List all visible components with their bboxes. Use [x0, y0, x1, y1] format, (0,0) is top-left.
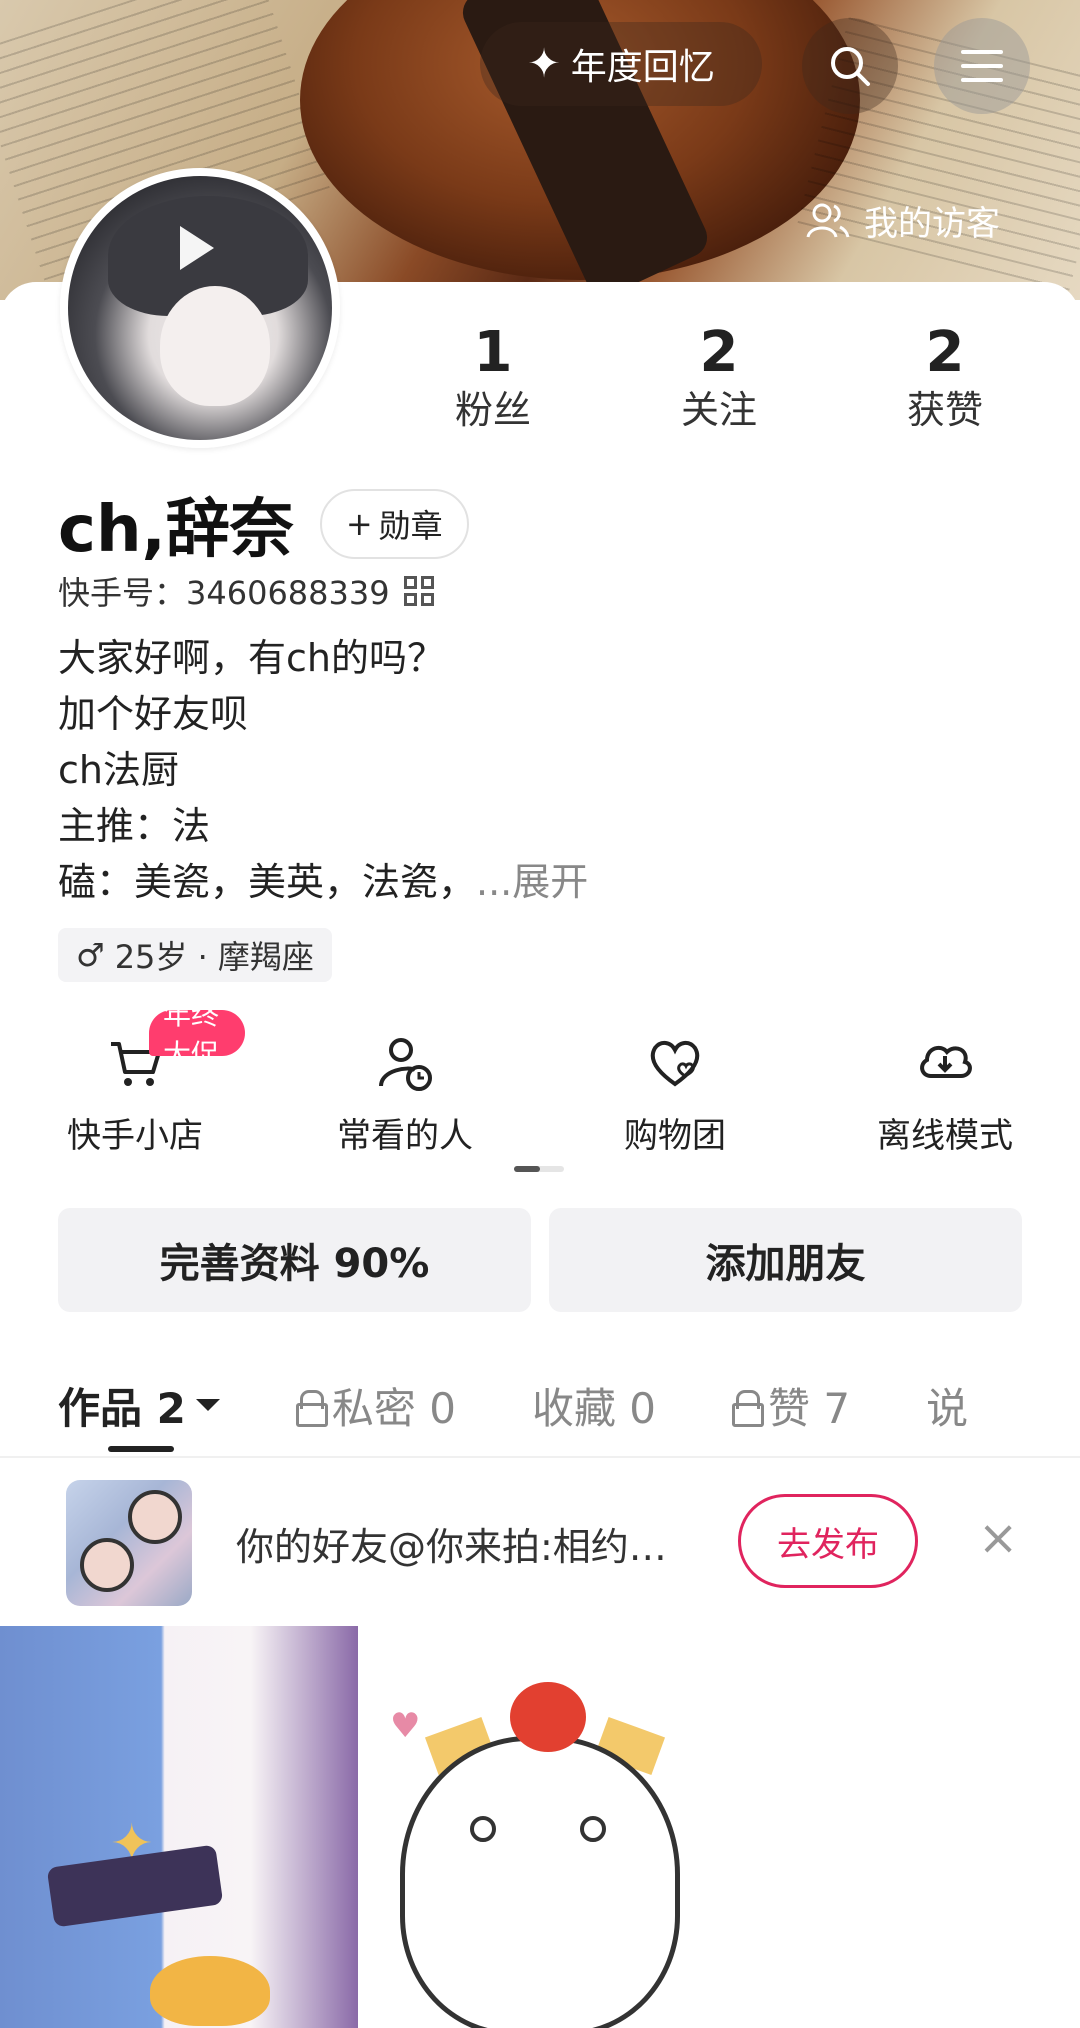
bio-line: 主推：法 — [58, 804, 211, 848]
tab-label: 赞 7 — [768, 1383, 851, 1433]
stat-followers[interactable]: 1 粉丝 — [380, 320, 606, 434]
menu-button[interactable] — [934, 18, 1030, 114]
stat-following[interactable]: 2 关注 — [606, 320, 832, 434]
bio-line: 加个好友呗 — [58, 692, 249, 736]
tab-label: 说 — [926, 1383, 969, 1433]
quick-links-pager — [514, 1166, 564, 1172]
kuaishou-id[interactable]: 快手号：3460688339 — [58, 568, 434, 614]
close-icon[interactable]: × — [978, 1514, 1018, 1562]
plus-icon: + — [345, 505, 373, 543]
heart-decoration: ♥ — [390, 1706, 421, 1746]
my-visitors-label: 我的访客 — [864, 204, 1000, 244]
thumb-face — [128, 1490, 182, 1544]
promo-badge: 年终大促 — [149, 998, 245, 1071]
heart-group-icon — [650, 1041, 700, 1087]
menu-icon — [961, 50, 1003, 82]
stat-value: 1 — [473, 320, 513, 385]
friend-suggestion-banner[interactable]: 你的好友@你来拍:相约… 去发布 × — [0, 1458, 1080, 1626]
tab-label: 收藏 0 — [531, 1383, 657, 1433]
work-thumbnail[interactable]: ♥ — [360, 1626, 718, 2028]
add-medal-button[interactable]: + 勋章 — [319, 489, 469, 559]
caret-down-icon — [195, 1399, 220, 1411]
person-clock-icon — [379, 1038, 432, 1091]
people-icon — [806, 203, 850, 238]
lock-icon — [295, 1390, 328, 1427]
my-visitors-link[interactable]: 我的访客 — [806, 196, 1000, 245]
tab-label: 作品 2 — [58, 1383, 186, 1433]
stat-likes[interactable]: 2 获赞 — [832, 320, 1058, 434]
artwork-eye — [470, 1816, 496, 1842]
content-tabs: 作品 2 私密 0 收藏 0 赞 7 说 — [58, 1360, 1080, 1450]
stat-value: 2 — [699, 320, 739, 385]
search-icon — [831, 47, 870, 86]
lock-icon — [732, 1390, 765, 1427]
stat-value: 2 — [925, 320, 965, 385]
bio-line: 磕：美瓷，美英，法瓷， — [58, 860, 477, 904]
complete-profile-button[interactable]: 完善资料 90% — [58, 1208, 531, 1312]
sparkle-icon: ✦ — [527, 41, 561, 87]
quick-links: 快手小店 年终大促 常看的人 购物团 离线模式 — [0, 998, 1080, 1160]
search-button[interactable] — [802, 18, 898, 114]
quick-link-label: 常看的人 — [337, 1116, 473, 1156]
tab-more[interactable]: 说 — [926, 1375, 968, 1436]
artwork-cat — [400, 1736, 680, 2028]
stats-row: 1 粉丝 2 关注 2 获赞 — [380, 320, 1060, 434]
bio-expand-link[interactable]: ...展开 — [476, 860, 588, 904]
annual-recap-button[interactable]: ✦ 年度回忆 — [480, 22, 762, 106]
avatar[interactable] — [60, 168, 340, 448]
artwork-eye — [580, 1816, 606, 1842]
age-zodiac-text: 25岁 · 摩羯座 — [114, 938, 314, 976]
suggestion-thumbnail — [66, 1480, 192, 1606]
work-thumbnail[interactable]: ✦ — [0, 1626, 358, 2028]
quick-link-label: 离线模式 — [877, 1116, 1013, 1156]
quick-link-label: 购物团 — [624, 1116, 726, 1156]
cloud-download-icon — [920, 1045, 972, 1078]
artwork-apple — [510, 1682, 586, 1752]
works-grid: ✦ ♥ — [0, 1626, 1080, 2028]
quick-link-frequent[interactable]: 常看的人 — [295, 1010, 515, 1160]
quick-link-shopping-group[interactable]: 购物团 — [565, 1010, 785, 1160]
stat-label: 粉丝 — [454, 388, 531, 432]
suggestion-text: 你的好友@你来拍:相约… — [236, 1525, 667, 1569]
annual-recap-label: 年度回忆 — [570, 47, 715, 88]
tab-favorites[interactable]: 收藏 0 — [532, 1375, 656, 1436]
tab-private[interactable]: 私密 0 — [295, 1375, 456, 1436]
artwork-beak — [150, 1956, 270, 2026]
qr-code-icon[interactable] — [403, 576, 434, 606]
avatar-face — [160, 286, 270, 406]
tab-works[interactable]: 作品 2 — [58, 1375, 220, 1436]
profile-name: ch,辞奈 — [58, 493, 294, 567]
tab-likes[interactable]: 赞 7 — [732, 1375, 850, 1436]
bio-line: 大家好啊，有ch的吗？ — [58, 636, 445, 680]
stat-label: 获赞 — [906, 388, 983, 432]
bio-line: ch法厨 — [58, 748, 179, 792]
tab-label: 私密 0 — [331, 1383, 456, 1433]
bio: 大家好啊，有ch的吗？ 加个好友呗 ch法厨 主推：法 磕：美瓷，美英，法瓷，.… — [58, 630, 588, 910]
artwork-hat — [46, 1844, 224, 1928]
quick-link-label: 快手小店 — [67, 1116, 203, 1156]
male-icon: ♂ — [76, 936, 105, 974]
active-tab-indicator — [108, 1446, 174, 1452]
quick-link-offline[interactable]: 离线模式 — [835, 1010, 1055, 1160]
add-friend-button[interactable]: 添加朋友 — [549, 1208, 1022, 1312]
play-icon — [180, 226, 214, 270]
medal-label: 勋章 — [378, 507, 443, 545]
stat-label: 关注 — [680, 388, 757, 432]
thumb-face — [80, 1538, 134, 1592]
action-row: 完善资料 90% 添加朋友 — [58, 1208, 1022, 1312]
quick-link-shop[interactable]: 快手小店 年终大促 — [25, 998, 245, 1160]
bio-line-last: 磕：美瓷，美英，法瓷，...展开 — [58, 854, 588, 910]
top-bar: ✦ 年度回忆 — [0, 14, 1080, 114]
age-zodiac-tag: ♂ 25岁 · 摩羯座 — [58, 928, 332, 982]
publish-button[interactable]: 去发布 — [738, 1494, 918, 1588]
kuaishou-id-text: 快手号：3460688339 — [58, 574, 390, 612]
name-row: ch,辞奈 + 勋章 — [58, 478, 469, 570]
